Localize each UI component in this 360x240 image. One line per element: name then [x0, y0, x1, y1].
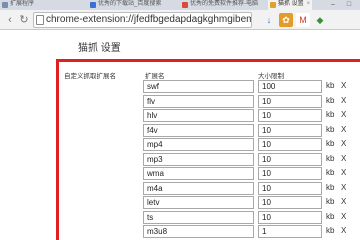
size-column-header: 大小限制 — [258, 73, 284, 80]
extension-name-input[interactable] — [143, 167, 254, 180]
size-limit-input[interactable] — [258, 109, 322, 122]
size-limit-input[interactable] — [258, 95, 322, 108]
reload-icon[interactable]: ↻ — [18, 14, 30, 26]
extension-name-input[interactable] — [143, 80, 254, 93]
size-limit-input[interactable] — [258, 138, 322, 151]
extension-name-input[interactable] — [143, 211, 254, 224]
gmail-icon[interactable]: M — [296, 13, 310, 27]
size-limit-input[interactable] — [258, 80, 322, 93]
download-icon[interactable]: ↓ — [262, 13, 276, 27]
size-limit-input[interactable] — [258, 153, 322, 166]
delete-row-button[interactable]: X — [341, 139, 346, 148]
ext-column-header: 扩展名 — [145, 73, 165, 80]
unit-label: kb — [326, 226, 335, 235]
tab-baidu-search[interactable]: 优秀的下载站_百度搜索 — [88, 0, 178, 10]
tab-software[interactable]: 优秀的免费软件推荐-电脑 — [180, 0, 266, 10]
size-limit-input[interactable] — [258, 124, 322, 137]
section-label: 自定义抓取扩展名 — [64, 73, 116, 80]
extension-name-input[interactable] — [143, 138, 254, 151]
unit-label: kb — [326, 154, 335, 163]
extension-name-input[interactable] — [143, 196, 254, 209]
unit-label: kb — [326, 183, 335, 192]
tab-label: 优秀的下载站_百度搜索 — [98, 1, 162, 7]
tab-label: 优秀的免费软件推荐-电脑 — [190, 1, 258, 7]
maximize-button[interactable]: □ — [344, 0, 354, 10]
delete-row-button[interactable]: X — [341, 183, 346, 192]
delete-row-button[interactable]: X — [341, 125, 346, 134]
site-icon — [182, 2, 188, 8]
delete-row-button[interactable]: X — [341, 154, 346, 163]
delete-row-button[interactable]: X — [341, 81, 346, 90]
address-bar[interactable]: chrome-extension://jfedfbgedapdagkghmgib… — [33, 12, 252, 28]
extension-name-input[interactable] — [143, 109, 254, 122]
close-tab-icon[interactable]: × — [306, 0, 310, 9]
unit-label: kb — [326, 168, 335, 177]
puzzle-icon — [2, 2, 8, 8]
page-icon — [36, 15, 44, 25]
page-title: 猫抓 设置 — [78, 43, 121, 54]
size-limit-input[interactable] — [258, 225, 322, 238]
tab-strip: 扩展程序 优秀的下载站_百度搜索 优秀的免费软件推荐-电脑 猫抓 设置 × – … — [0, 0, 360, 10]
size-limit-input[interactable] — [258, 211, 322, 224]
extension-name-input[interactable] — [143, 182, 254, 195]
delete-row-button[interactable]: X — [341, 96, 346, 105]
unit-label: kb — [326, 139, 335, 148]
unit-label: kb — [326, 96, 335, 105]
cat-icon — [270, 2, 276, 8]
size-limit-input[interactable] — [258, 167, 322, 180]
size-limit-input[interactable] — [258, 196, 322, 209]
baidu-icon — [90, 2, 96, 8]
size-limit-input[interactable] — [258, 182, 322, 195]
delete-row-button[interactable]: X — [341, 168, 346, 177]
tab-label: 扩展程序 — [10, 1, 35, 7]
url-text: chrome-extension://jfedfbgedapdagkghmgib… — [46, 14, 252, 25]
unit-label: kb — [326, 110, 335, 119]
tab-extensions[interactable]: 扩展程序 — [0, 0, 40, 10]
extension-name-input[interactable] — [143, 225, 254, 238]
unit-label: kb — [326, 125, 335, 134]
tab-catch-settings[interactable]: 猫抓 设置 × — [268, 0, 312, 10]
delete-row-button[interactable]: X — [341, 212, 346, 221]
delete-row-button[interactable]: X — [341, 197, 346, 206]
unit-label: kb — [326, 212, 335, 221]
unit-label: kb — [326, 81, 335, 90]
cat-extension-icon[interactable]: ✿ — [279, 13, 293, 27]
minimize-button[interactable]: – — [328, 0, 338, 10]
extension-name-input[interactable] — [143, 153, 254, 166]
extension-name-input[interactable] — [143, 95, 254, 108]
extension-icon[interactable]: ◆ — [313, 13, 327, 27]
back-icon[interactable]: ‹ — [4, 14, 16, 26]
unit-label: kb — [326, 197, 335, 206]
delete-row-button[interactable]: X — [341, 226, 346, 235]
delete-row-button[interactable]: X — [341, 110, 346, 119]
tab-label: 猫抓 设置 — [278, 1, 304, 7]
extension-name-input[interactable] — [143, 124, 254, 137]
